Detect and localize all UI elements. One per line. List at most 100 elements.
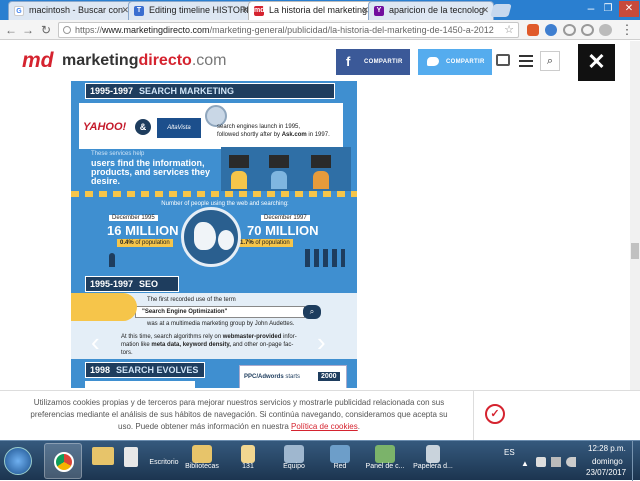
cookie-line-1: Utilizamos cookies propias y de terceros…	[33, 398, 445, 407]
algo-a: At this time, search algorithms rely on	[121, 334, 223, 340]
explorer-folder-icon[interactable]	[92, 447, 114, 465]
minimize-window-button[interactable]: –	[584, 2, 598, 16]
taskbar-item-panel-control[interactable]: Panel de c...	[362, 445, 408, 479]
clock-time[interactable]: 12:28 p.m.	[588, 444, 626, 453]
launch-text-b: followed shortly after by	[217, 132, 282, 138]
taskbar-label: Equipo	[283, 463, 305, 470]
tab-label: Editing timeline HISTORI	[149, 5, 249, 15]
info-icon[interactable]	[63, 26, 71, 34]
divider-stripe	[71, 191, 357, 197]
yahoo-logo: YAHOO!	[83, 121, 127, 133]
taskbar-item-131[interactable]: 131	[226, 445, 270, 479]
libraries-icon	[192, 445, 212, 463]
tab-aparicion-tecnologia[interactable]: Y aparicion de la tecnolog ✕	[368, 1, 494, 20]
show-desktop-button[interactable]	[632, 441, 640, 481]
extension-cloud-icon[interactable]	[563, 24, 576, 36]
chrome-menu-icon[interactable]: ⋮	[620, 22, 634, 38]
chrome-icon	[54, 452, 74, 472]
twitter-share-button[interactable]: COMPARTIR	[418, 49, 492, 75]
section-header-search-marketing: 1995-1997 SEARCH MARKETING	[85, 83, 335, 99]
network-icon	[330, 445, 350, 463]
language-indicator[interactable]: ES	[504, 448, 515, 457]
url-path: /marketing-general/publicidad/la-histori…	[209, 25, 494, 35]
back-arrow-icon[interactable]: ←	[3, 22, 19, 38]
maximize-window-button[interactable]: ❐	[601, 2, 615, 16]
taskbar-item-papelera[interactable]: Papelera d...	[408, 445, 458, 479]
launch-text-d: in 1997.	[306, 132, 330, 138]
seo-search-box: "Search Engine Optimization"	[135, 306, 305, 318]
taskbar-label: Papelera d...	[413, 463, 453, 470]
url-prefix: https://	[75, 25, 103, 35]
algo-g: tors.	[121, 350, 133, 356]
carousel-prev-arrow-icon[interactable]: ‹	[91, 329, 100, 355]
tab-label: macintosh - Buscar con	[29, 5, 124, 15]
cookie-text: Utilizamos cookies propias y de terceros…	[14, 397, 464, 433]
flag-icon[interactable]	[536, 457, 546, 467]
taskbar-item-equipo[interactable]: Equipo	[272, 445, 316, 479]
start-button-icon[interactable]	[4, 447, 32, 475]
section-year: 1998	[90, 365, 111, 375]
carousel-next-arrow-icon[interactable]: ›	[317, 329, 326, 355]
bookmark-star-icon[interactable]: ☆	[504, 23, 514, 37]
accept-cookies-check-icon[interactable]: ✓	[485, 404, 505, 424]
close-overlay-button[interactable]: ✕	[578, 44, 615, 81]
launch-text-ask: Ask.com	[281, 132, 307, 138]
taskbar-label: 131	[242, 463, 254, 470]
chrome-taskbar-button[interactable]	[44, 443, 82, 479]
logo-md[interactable]: md	[22, 49, 54, 73]
close-tab-icon[interactable]: ✕	[481, 2, 489, 19]
site-search-icon[interactable]: ⌕	[540, 51, 560, 71]
sixteen-million-stat: 16 MILLION	[107, 223, 179, 238]
extension-sync-icon[interactable]	[545, 24, 557, 36]
seo-origin-text: was at a multimedia marketing group by J…	[147, 321, 295, 327]
tab-macintosh-search[interactable]: G macintosh - Buscar con ✕	[8, 1, 134, 20]
ppc-year: 2000	[318, 372, 340, 381]
infographic-image: 1995-1997 SEARCH MARKETING YAHOO! & AltaV…	[71, 81, 357, 388]
site-logo[interactable]: marketingdirecto.com	[62, 52, 226, 70]
services-d: desire.	[91, 176, 121, 186]
print-icon[interactable]	[496, 54, 510, 66]
algo-e: meta data, keyword density,	[151, 342, 231, 348]
extension-shield-icon[interactable]	[527, 24, 539, 36]
new-tab-button[interactable]	[490, 4, 512, 17]
clock-day: domingo	[592, 457, 623, 466]
menu-hamburger-icon[interactable]	[519, 53, 533, 67]
extension-upload-icon[interactable]	[581, 24, 594, 36]
extension-globe-icon[interactable]	[599, 24, 612, 36]
facebook-icon: f	[346, 54, 351, 69]
algorithms-text: At this time, search algorithms rely on …	[121, 333, 315, 357]
show-hidden-icons-icon[interactable]: ▲	[521, 459, 529, 468]
taskbar-item-red[interactable]: Red	[318, 445, 362, 479]
section-header-search-evolves: 1998 SEARCH EVOLVES	[85, 362, 205, 378]
timeline-favicon-icon: T	[134, 6, 144, 16]
cookie-policy-link[interactable]: Política de cookies	[291, 422, 358, 431]
taskbar-label: Panel de c...	[365, 463, 405, 470]
close-window-button[interactable]: ✕	[619, 1, 639, 17]
search-evolves-panel	[85, 381, 195, 388]
taskbar-item-bibliotecas[interactable]: Bibliotecas	[180, 445, 224, 479]
cookie-line-2: preferencias mediante el análisis de sus…	[30, 410, 448, 419]
ppc-a: PPC/Adwords	[244, 374, 284, 380]
cookie-divider	[473, 391, 474, 441]
seventy-million-stat: 70 MILLION	[247, 223, 319, 238]
tab-editing-timeline[interactable]: T Editing timeline HISTORI ✕	[128, 1, 254, 20]
network-tray-icon[interactable]	[551, 457, 561, 467]
pct-1995-value: 0.4%	[120, 240, 134, 246]
address-bar[interactable]: https://www.marketingdirecto.com/marketi…	[58, 22, 519, 38]
pct-1995-rest: of population	[133, 240, 170, 246]
scrollbar-thumb[interactable]	[631, 243, 639, 259]
cookie-line-3a: uso. Puede obtener más información en nu…	[118, 422, 292, 431]
december-1997-label: December 1997	[261, 215, 310, 221]
taskbar-label: Red	[333, 463, 347, 470]
cookie-banner: Utilizamos cookies propias y de terceros…	[0, 390, 640, 441]
reload-icon[interactable]: ↻	[38, 22, 54, 38]
seo-search-button-icon: ⌕	[303, 305, 321, 319]
volume-icon[interactable]	[566, 457, 576, 467]
facebook-share-button[interactable]: f COMPARTIR	[336, 49, 410, 75]
tab-historia-marketing[interactable]: md La historia del marketing ✕	[248, 1, 374, 20]
file-icon[interactable]	[124, 447, 138, 467]
forward-arrow-icon[interactable]: →	[20, 22, 36, 38]
marketingdirecto-favicon-icon: md	[254, 6, 265, 16]
page-scrollbar[interactable]	[630, 41, 640, 390]
pct-1997-rest: of population	[253, 240, 290, 246]
